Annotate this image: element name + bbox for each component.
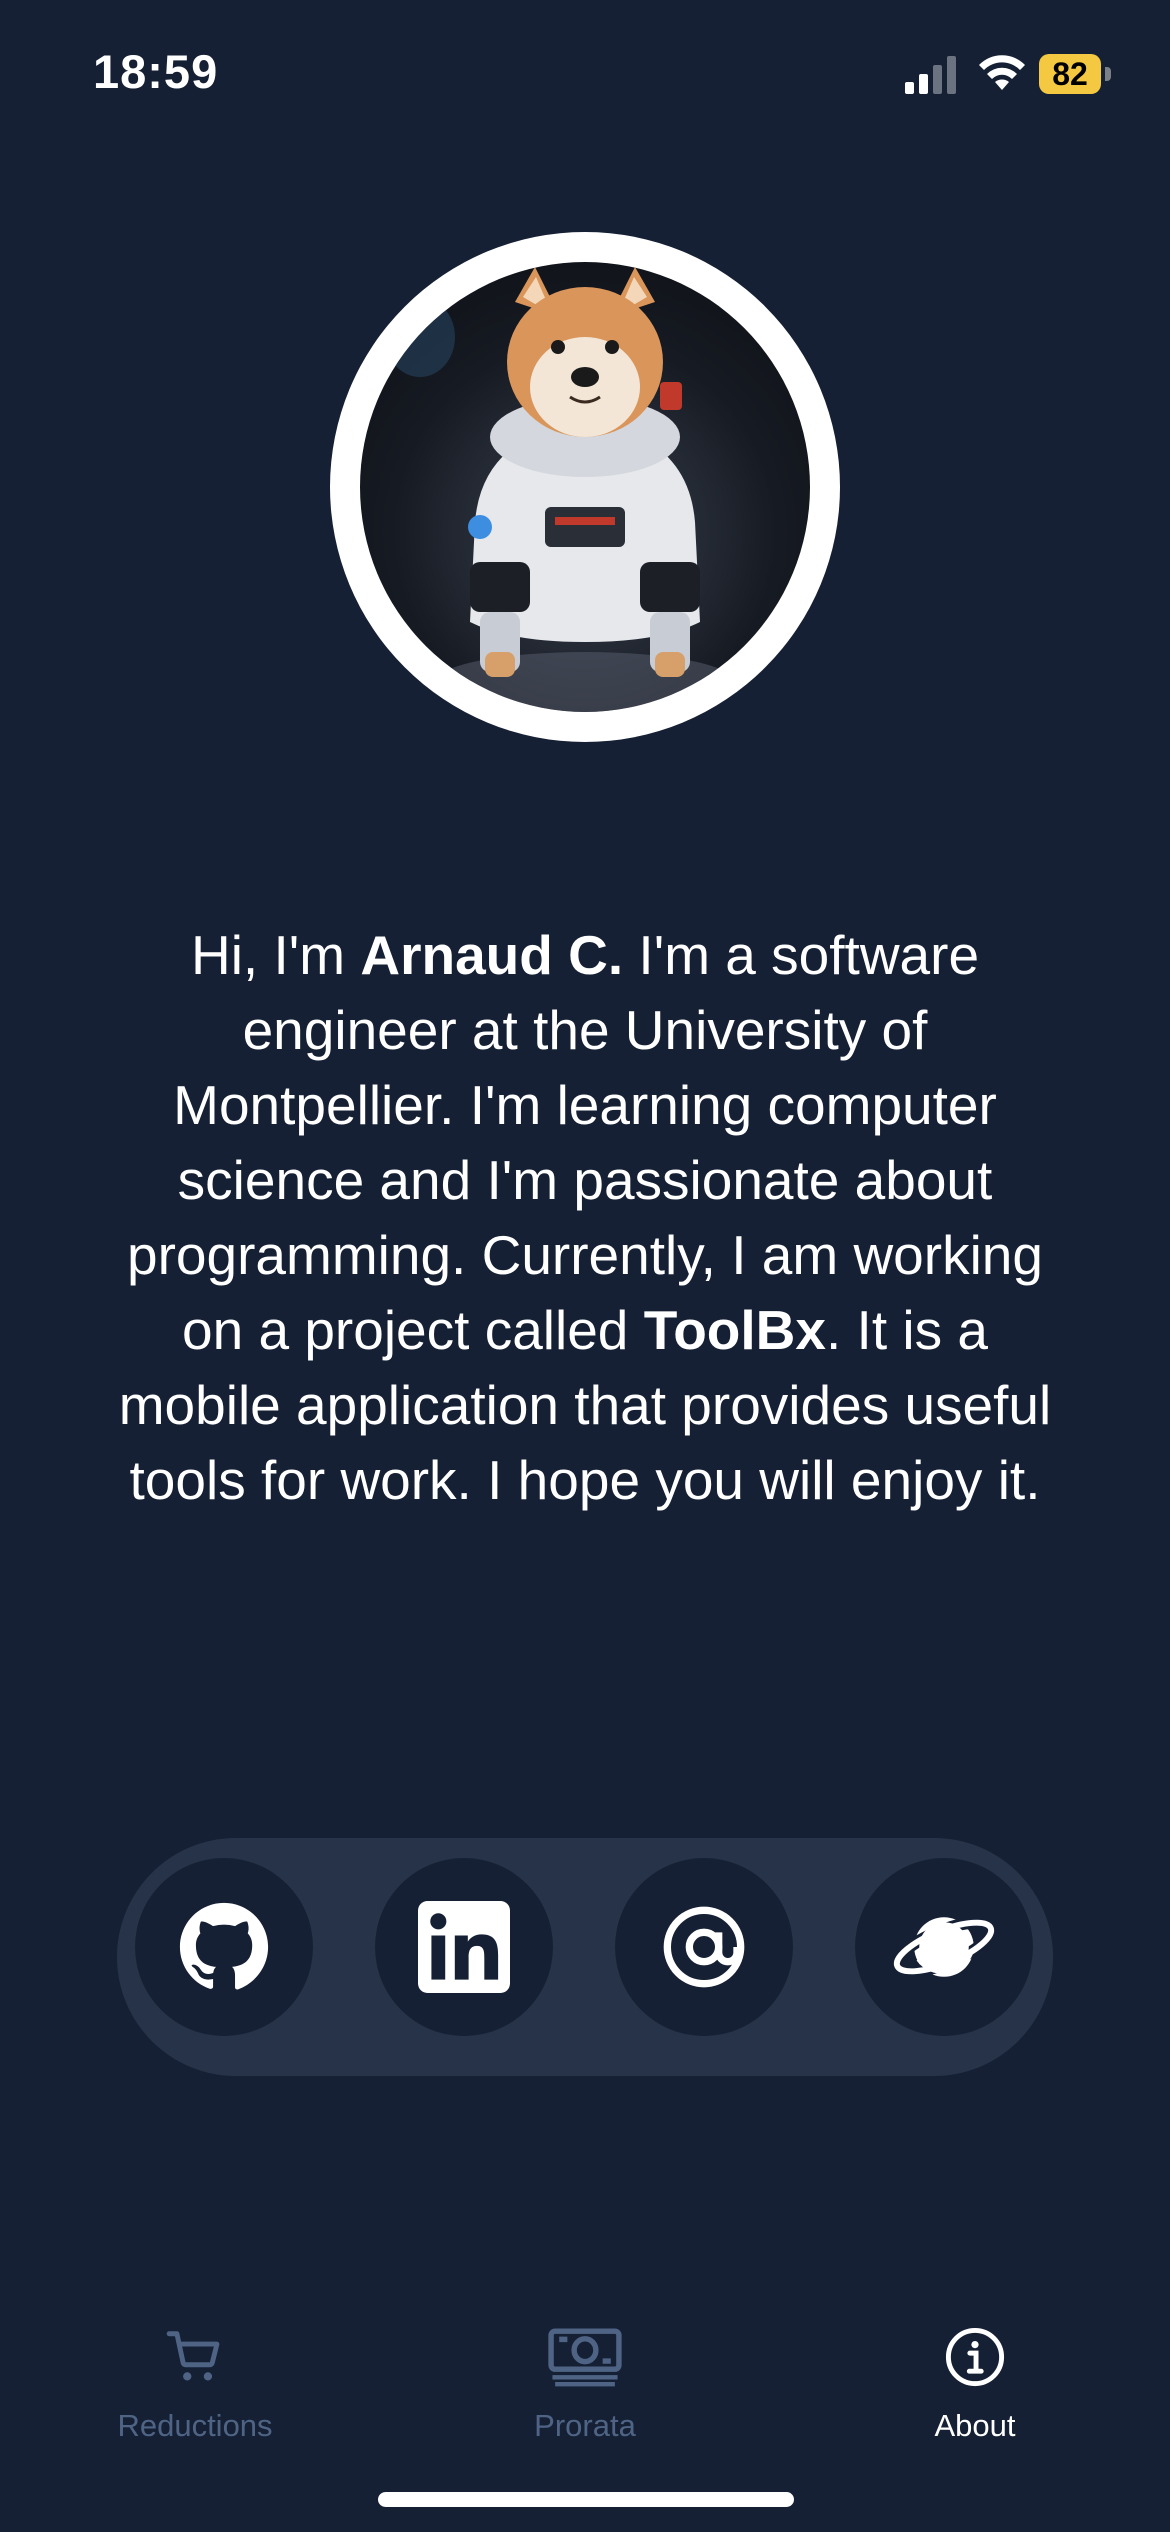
wifi-icon (979, 55, 1025, 90)
github-button[interactable] (135, 1858, 313, 2036)
tab-label-reductions: Reductions (117, 2408, 273, 2443)
bio-body: I'm a software engineer at the Universit… (127, 924, 1043, 1361)
tab-label-about: About (934, 2408, 1016, 2443)
bio-project: ToolBx (643, 1299, 826, 1361)
bio-text: Hi, I'm Arnaud C. I'm a software enginee… (115, 918, 1055, 1518)
cart-icon (166, 2331, 220, 2381)
tab-label-prorata: Prorata (534, 2408, 636, 2443)
planet-website-icon (890, 1916, 998, 1978)
status-bar: 18:59 82 (0, 0, 1170, 150)
banknote-icon (548, 2328, 622, 2387)
github-icon (179, 1902, 269, 1990)
battery-icon: 82 (1039, 54, 1111, 94)
tab-about[interactable]: About (825, 2322, 1125, 2452)
linkedin-button[interactable] (375, 1858, 553, 2036)
cellular-signal-icon (905, 54, 960, 94)
bio-name: Arnaud C. (360, 924, 624, 986)
info-icon (945, 2327, 1005, 2387)
status-time: 18:59 (93, 45, 219, 98)
website-button[interactable] (855, 1858, 1033, 2036)
email-button[interactable] (615, 1858, 793, 2036)
tab-reductions[interactable]: Reductions (45, 2322, 345, 2452)
home-indicator[interactable] (378, 2492, 794, 2507)
battery-level: 82 (1039, 54, 1101, 94)
profile-avatar (330, 232, 840, 742)
linkedin-icon (418, 1901, 510, 1993)
email-at-icon (663, 1906, 745, 1988)
tab-prorata[interactable]: Prorata (435, 2322, 735, 2452)
social-links-panel (117, 1838, 1053, 2076)
bio-intro: Hi, I'm (190, 924, 361, 986)
avatar-photo-shiba-astronaut (360, 262, 810, 712)
